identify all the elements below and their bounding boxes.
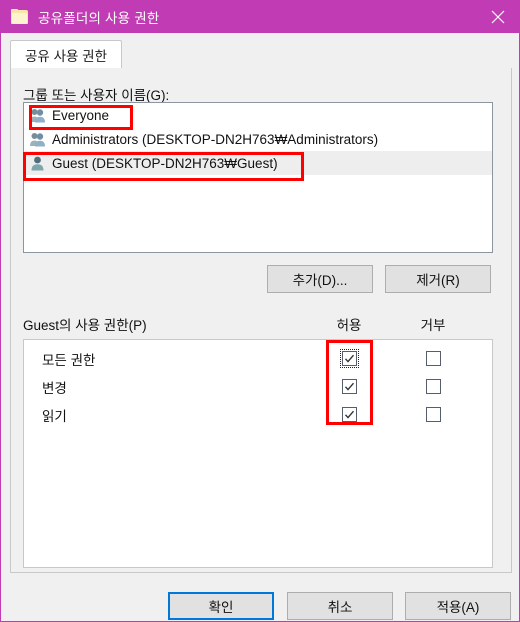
add-button-label: 추가(D)...: [292, 273, 348, 288]
ok-button[interactable]: 확인: [168, 592, 274, 620]
tab-strip-filler: [133, 44, 512, 70]
close-icon[interactable]: [475, 0, 520, 33]
allow-checkbox-change[interactable]: [342, 379, 357, 394]
permission-row-read: 읽기: [24, 401, 492, 429]
everyone-list-item[interactable]: Everyone: [24, 103, 492, 127]
cancel-button-label: 취소: [327, 600, 353, 615]
deny-checkbox-change[interactable]: [426, 379, 441, 394]
administrators-list-item[interactable]: Administrators (DESKTOP-DN2H763₩Administ…: [24, 127, 492, 151]
list-item-label: Administrators (DESKTOP-DN2H763₩Administ…: [52, 131, 379, 147]
remove-button-label: 제거(R): [416, 273, 460, 288]
tab-share-permissions[interactable]: 공유 사용 권한: [10, 40, 123, 69]
deny-checkbox-read[interactable]: [426, 407, 441, 422]
group-icon: [29, 107, 46, 124]
allow-checkbox-full-control[interactable]: [340, 349, 359, 368]
tab-strip: 공유 사용 권한: [10, 40, 512, 70]
deny-checkbox-full-control[interactable]: [426, 351, 441, 366]
folder-icon: [11, 8, 29, 25]
apply-button-label: 적용(A): [436, 600, 480, 615]
permission-label: 읽기: [42, 409, 67, 424]
permissions-label: Guest의 사용 권한(P): [23, 318, 147, 333]
list-item-label: Everyone: [52, 107, 110, 123]
tab-label: 공유 사용 권한: [25, 49, 108, 64]
permission-row-change: 변경: [24, 373, 492, 401]
deny-column-header: 거부: [420, 318, 446, 333]
group-user-names-label: 그룹 또는 사용자 이름(G):: [23, 88, 170, 103]
permissions-dialog: 공유폴더의 사용 권한 공유 사용 권한 그룹 또는 사용자 이름(G): Ev…: [0, 0, 520, 622]
permissions-list: 모든 권한 변경 읽기: [23, 339, 493, 568]
permission-label: 모든 권한: [42, 353, 96, 368]
ok-button-label: 확인: [208, 600, 234, 615]
allow-checkbox-read[interactable]: [342, 407, 357, 422]
guest-list-item[interactable]: Guest (DESKTOP-DN2H763₩Guest): [24, 151, 492, 175]
title-bar: 공유폴더의 사용 권한: [1, 0, 520, 33]
cancel-button[interactable]: 취소: [287, 592, 393, 620]
group-user-list[interactable]: Everyone Administrators (DESKTOP-DN2H763…: [23, 102, 493, 253]
apply-button[interactable]: 적용(A): [405, 592, 511, 620]
permission-label: 변경: [42, 381, 67, 396]
add-button[interactable]: 추가(D)...: [267, 265, 373, 293]
permission-row-full-control: 모든 권한: [24, 345, 492, 373]
list-item-label: Guest (DESKTOP-DN2H763₩Guest): [52, 155, 278, 171]
allow-column-header: 허용: [336, 318, 362, 333]
remove-button[interactable]: 제거(R): [385, 265, 491, 293]
group-icon: [29, 131, 46, 148]
user-icon: [29, 155, 46, 172]
window-title: 공유폴더의 사용 권한: [38, 10, 160, 26]
